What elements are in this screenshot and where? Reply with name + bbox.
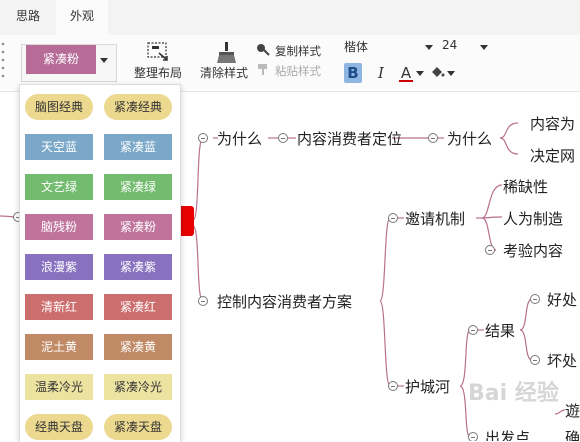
fill-bucket-icon[interactable] [429, 64, 445, 80]
collapse-toggle-icon[interactable] [530, 294, 540, 304]
tab-ideas[interactable]: 思路 [0, 0, 56, 35]
paste-style-icon [258, 64, 267, 75]
mindmap-node[interactable]: 护城河 [405, 376, 450, 397]
theme-option[interactable]: 紧凑经典 [104, 94, 172, 120]
mindmap-node[interactable]: 稀缺性 [503, 176, 548, 197]
font-color-chevron-icon[interactable] [416, 71, 424, 76]
font-size-value: 24 [442, 38, 458, 52]
font-size-chevron-icon[interactable] [480, 45, 488, 50]
copy-style-button[interactable]: 复制样式 [275, 43, 321, 59]
theme-option[interactable]: 紧凑红 [104, 294, 172, 320]
collapse-toggle-icon[interactable] [530, 355, 540, 365]
theme-dropdown-panel: 脑图经典 紧凑经典 天空蓝 紧凑蓝 文艺绿 紧凑绿 脑残粉 紧凑粉 浪漫紫 紧凑紫 清新红 紧凑红 泥土… [19, 84, 181, 442]
chevron-down-icon[interactable] [100, 58, 108, 63]
mindmap-node[interactable]: 好处 [547, 289, 577, 310]
font-family-select[interactable]: 楷体 [344, 38, 436, 56]
mindmap-node[interactable]: 内容为 [530, 113, 575, 134]
layout-icon [147, 42, 168, 61]
theme-option[interactable]: 浪漫紫 [25, 254, 93, 280]
mindmap-node[interactable]: 出发点 [485, 427, 530, 441]
collapse-toggle-icon[interactable] [388, 381, 398, 391]
theme-option[interactable]: 紧凑蓝 [104, 134, 172, 160]
collapse-toggle-icon[interactable] [198, 296, 208, 306]
current-theme-label[interactable]: 紧凑粉 [26, 45, 96, 74]
font-family-value: 楷体 [344, 40, 369, 54]
mindmap-node[interactable]: 考验内容 [503, 240, 563, 261]
theme-option[interactable]: 脑残粉 [25, 214, 93, 240]
collapse-toggle-icon[interactable] [468, 432, 478, 441]
theme-option[interactable]: 紧凑绿 [104, 174, 172, 200]
theme-option[interactable]: 紧凑紫 [104, 254, 172, 280]
copy-style-icon[interactable] [256, 42, 270, 56]
theme-option[interactable]: 紧凑冷光 [104, 374, 172, 400]
broom-icon [217, 42, 236, 63]
fill-color-chevron-icon[interactable] [447, 71, 455, 76]
theme-option[interactable]: 脑图经典 [25, 94, 93, 120]
italic-button[interactable]: I [372, 63, 390, 83]
collapse-toggle-icon[interactable] [278, 133, 288, 143]
mindmap-node[interactable]: 遊 [565, 400, 580, 421]
theme-option[interactable]: 清新红 [25, 294, 93, 320]
mindmap-node[interactable]: 人为制造 [503, 208, 563, 229]
mindmap-node[interactable]: 控制内容消费者方案 [217, 291, 352, 312]
collapse-toggle-icon[interactable] [388, 213, 398, 223]
bold-button[interactable]: B [344, 63, 362, 83]
theme-option[interactable]: 紧凑黄 [104, 334, 172, 360]
clear-style-button[interactable]: 清除样式 [196, 40, 252, 81]
mindmap-node[interactable]: 坏处 [547, 350, 577, 371]
collapse-toggle-icon[interactable] [468, 325, 478, 335]
drag-handle-icon[interactable] [0, 40, 6, 80]
tab-appearance[interactable]: 外观 [56, 0, 108, 35]
organize-layout-label: 整理布局 [133, 66, 182, 80]
theme-option[interactable]: 温柔冷光 [25, 374, 93, 400]
theme-option[interactable]: 紧凑粉 [104, 214, 172, 240]
mindmap-node[interactable]: 为什么 [447, 128, 492, 149]
mindmap-node[interactable]: 内容消费者定位 [297, 128, 402, 149]
theme-option[interactable]: 泥土黄 [25, 334, 93, 360]
mindmap-node[interactable]: 确 [565, 427, 580, 441]
mindmap-node[interactable]: 为什么 [217, 128, 262, 149]
collapse-toggle-icon[interactable] [428, 133, 438, 143]
mindmap-node[interactable]: 决定网 [530, 145, 575, 166]
theme-option[interactable]: 文艺绿 [25, 174, 93, 200]
theme-option[interactable]: 天空蓝 [25, 134, 93, 160]
mindmap-node[interactable]: 结果 [485, 320, 515, 341]
collapse-toggle-icon[interactable] [485, 245, 495, 255]
clear-style-label: 清除样式 [199, 66, 248, 80]
organize-layout-button[interactable]: 整理布局 [130, 40, 186, 81]
watermark: Bai 经验 [468, 381, 559, 406]
theme-option[interactable]: 经典天盘 [25, 414, 93, 440]
mindmap-node[interactable]: 邀请机制 [405, 208, 465, 229]
collapse-toggle-icon[interactable] [198, 133, 208, 143]
theme-option[interactable]: 紧凑天盘 [104, 414, 172, 440]
paste-style-button[interactable]: 粘贴样式 [275, 63, 321, 79]
font-family-chevron-icon[interactable] [425, 45, 433, 50]
font-color-button[interactable]: A [398, 63, 414, 83]
